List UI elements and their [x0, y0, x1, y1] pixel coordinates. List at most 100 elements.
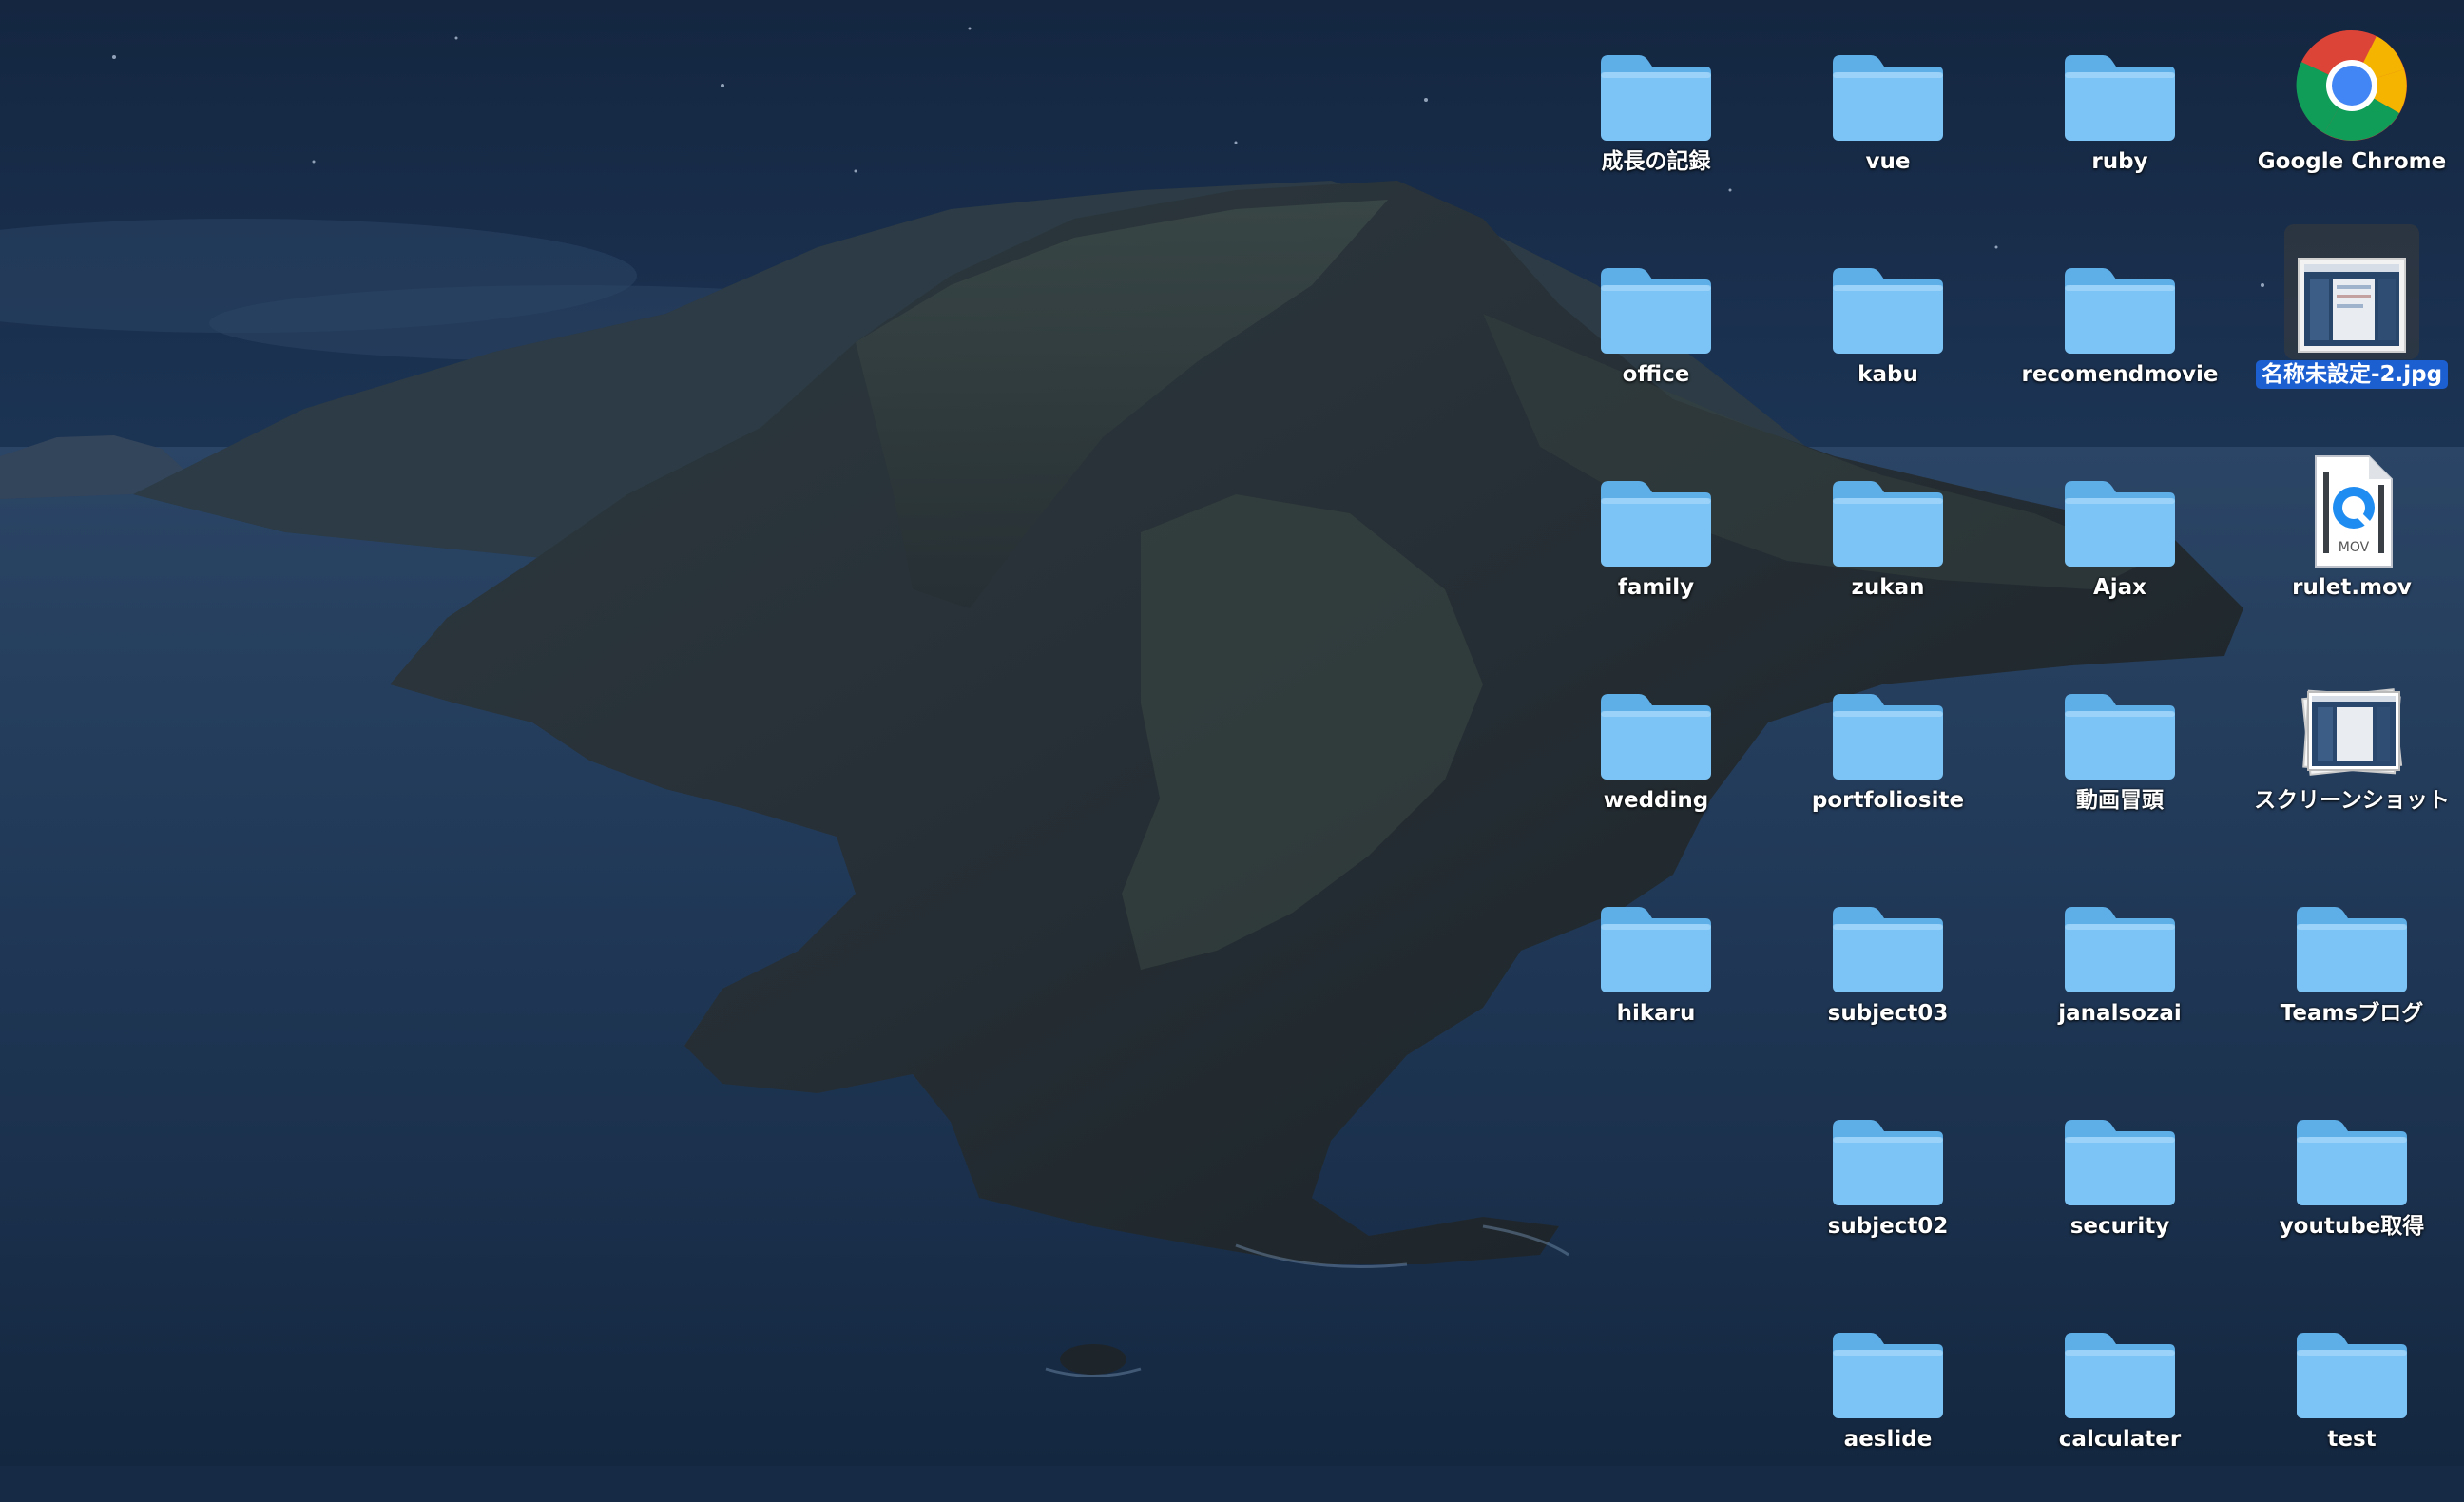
folder-icon — [1589, 224, 1723, 357]
desktop-item-label: rulet.mov — [2236, 573, 2464, 602]
desktop-item[interactable]: test — [2236, 1289, 2464, 1502]
folder-icon — [2053, 1076, 2186, 1209]
desktop-item[interactable]: subject03 — [1772, 863, 2004, 1076]
desktop-item-label: kabu — [1772, 360, 2004, 389]
desktop-item-label-text: zukan — [1851, 575, 1925, 600]
desktop-item[interactable]: スクリーンショット — [2236, 650, 2464, 863]
desktop-item-label-text: rulet.mov — [2292, 575, 2412, 600]
desktop-item[interactable]: zukan — [1772, 437, 2004, 650]
desktop-item-label-text: family — [1617, 575, 1695, 600]
desktop-item-label-text: 成長の記録 — [1601, 149, 1711, 174]
desktop-item-label-text: 動画冒頭 — [2076, 788, 2164, 813]
desktop-item-label: calculater — [2004, 1425, 2236, 1454]
desktop-item[interactable]: kabu — [1772, 224, 2004, 437]
desktop-item-label: 成長の記録 — [1540, 147, 1772, 176]
folder-icon — [2285, 1289, 2418, 1422]
desktop-item-label-text: 名称未設定-2.jpg — [2255, 360, 2449, 389]
desktop-item[interactable]: recomendmovie — [2004, 224, 2236, 437]
desktop-item-label: Google Chrome — [2236, 147, 2464, 176]
folder-icon — [2285, 863, 2418, 996]
desktop-item[interactable]: 成長の記録 — [1540, 11, 1772, 224]
desktop-item-label-text: test — [2327, 1427, 2377, 1452]
desktop-item-label: 動画冒頭 — [2004, 786, 2236, 815]
desktop-item[interactable]: calculater — [2004, 1289, 2236, 1502]
desktop-item[interactable]: security — [2004, 1076, 2236, 1289]
quicktime-movie-icon: MOV — [2285, 437, 2418, 570]
folder-icon — [1589, 11, 1723, 144]
desktop-item-label: zukan — [1772, 573, 2004, 602]
svg-text:MOV: MOV — [2339, 540, 2370, 555]
desktop-item-label: Ajax — [2004, 573, 2236, 602]
desktop-item-label-text: subject03 — [1827, 1001, 1949, 1026]
desktop-item-label: youtube取得 — [2236, 1212, 2464, 1241]
folder-icon — [1821, 224, 1954, 357]
desktop-item[interactable]: 名称未設定-2.jpg — [2236, 224, 2464, 437]
desktop-item[interactable]: ruby — [2004, 11, 2236, 224]
desktop-item-label: security — [2004, 1212, 2236, 1241]
desktop-item-label: ruby — [2004, 147, 2236, 176]
folder-icon — [1821, 437, 1954, 570]
desktop-item[interactable]: youtube取得 — [2236, 1076, 2464, 1289]
desktop-item-label: hikaru — [1540, 999, 1772, 1028]
desktop-item[interactable]: office — [1540, 224, 1772, 437]
desktop-item[interactable]: wedding — [1540, 650, 1772, 863]
desktop-item-label: Teamsブログ — [2236, 999, 2464, 1028]
folder-icon — [2053, 437, 2186, 570]
chrome-app-icon — [2285, 11, 2418, 144]
desktop-item-label-text: Teamsブログ — [2280, 1001, 2424, 1026]
desktop-item-label-text: subject02 — [1827, 1214, 1949, 1239]
desktop-item-label-text: kabu — [1858, 362, 1918, 387]
folder-icon — [2053, 863, 2186, 996]
desktop-item-label-text: スクリーンショット — [2254, 788, 2450, 813]
folder-icon — [1589, 437, 1723, 570]
desktop-item[interactable]: 動画冒頭 — [2004, 650, 2236, 863]
desktop-item-label: office — [1540, 360, 1772, 389]
desktop-item[interactable]: family — [1540, 437, 1772, 650]
desktop-item[interactable]: Teamsブログ — [2236, 863, 2464, 1076]
desktop-item-label-text: wedding — [1603, 788, 1709, 813]
folder-icon — [1821, 863, 1954, 996]
desktop-item-label: vue — [1772, 147, 2004, 176]
desktop-item-label-text: aeslide — [1843, 1427, 1933, 1452]
folder-icon — [2053, 224, 2186, 357]
folder-icon — [2285, 1076, 2418, 1209]
desktop-item[interactable]: hikaru — [1540, 863, 1772, 1076]
desktop-item-label: janalsozai — [2004, 999, 2236, 1028]
desktop-item[interactable]: Ajax — [2004, 437, 2236, 650]
desktop-item-label-text: ruby — [2091, 149, 2148, 174]
desktop-item-label-text: portfoliosite — [1811, 788, 1965, 813]
desktop-item-label: スクリーンショット — [2236, 786, 2464, 815]
folder-icon — [2053, 650, 2186, 783]
desktop-item-label: wedding — [1540, 786, 1772, 815]
image-file-icon — [2285, 224, 2418, 357]
desktop-item-label-text: security — [2069, 1214, 2170, 1239]
folder-icon — [1589, 650, 1723, 783]
folder-icon — [1821, 650, 1954, 783]
folder-icon — [1589, 863, 1723, 996]
screenshot-stack-icon — [2285, 650, 2418, 783]
desktop-item-label: recomendmovie — [2004, 360, 2236, 389]
desktop-item-label: subject02 — [1772, 1212, 2004, 1241]
desktop-item[interactable]: Google Chrome — [2236, 11, 2464, 224]
desktop-item-label-text: youtube取得 — [2279, 1214, 2425, 1239]
desktop-item[interactable]: vue — [1772, 11, 2004, 224]
folder-icon — [1821, 1289, 1954, 1422]
folder-icon — [1821, 1076, 1954, 1209]
desktop-item[interactable]: janalsozai — [2004, 863, 2236, 1076]
desktop-item-label: 名称未設定-2.jpg — [2236, 360, 2464, 389]
desktop-item-label: family — [1540, 573, 1772, 602]
desktop-item-label-text: janalsozai — [2058, 1001, 2182, 1026]
folder-icon — [1821, 11, 1954, 144]
desktop-item-label-text: Ajax — [2092, 575, 2147, 600]
desktop-item[interactable]: subject02 — [1772, 1076, 2004, 1289]
desktop-item[interactable]: MOV rulet.mov — [2236, 437, 2464, 650]
desktop-item-label-text: vue — [1865, 149, 1911, 174]
desktop-item[interactable]: portfoliosite — [1772, 650, 2004, 863]
folder-icon — [2053, 11, 2186, 144]
desktop-item-label: aeslide — [1772, 1425, 2004, 1454]
desktop-item-label-text: recomendmovie — [2021, 362, 2219, 387]
desktop-item-label: test — [2236, 1425, 2464, 1454]
desktop-item-label-text: Google Chrome — [2257, 149, 2447, 174]
desktop-item-label-text: hikaru — [1616, 1001, 1696, 1026]
desktop-item[interactable]: aeslide — [1772, 1289, 2004, 1502]
